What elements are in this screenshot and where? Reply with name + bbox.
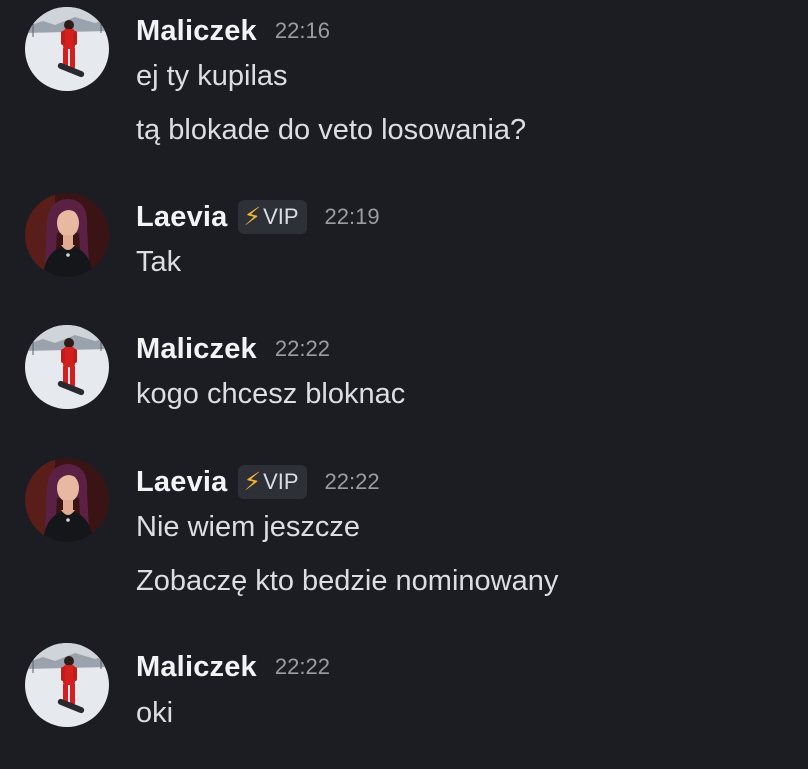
message-header: Maliczek 22:22 [136, 331, 330, 367]
message-text: oki [136, 697, 174, 729]
vip-badge[interactable]: ⚡ VIP [237, 465, 307, 499]
message-header: Maliczek 22:16 [136, 13, 330, 49]
message-header: Laevia ⚡ VIP 22:19 [136, 199, 380, 235]
timestamp: 22:19 [324, 204, 380, 229]
message-header: Maliczek 22:22 [136, 649, 330, 685]
lightning-icon: ⚡ [243, 467, 262, 496]
message-text: ej ty kupilas [136, 60, 288, 92]
avatar[interactable] [25, 193, 109, 277]
vip-badge[interactable]: ⚡ VIP [237, 200, 307, 234]
message-header: Laevia ⚡ VIP 22:22 [136, 464, 380, 500]
message-text: Tak [136, 246, 182, 278]
snowboarder-avatar [25, 325, 109, 409]
woman-portrait-avatar [25, 193, 109, 277]
avatar[interactable] [25, 7, 109, 91]
avatar[interactable] [25, 325, 109, 409]
badge-label: VIP [263, 204, 299, 229]
author-name[interactable]: Laevia [136, 466, 228, 499]
avatar[interactable] [25, 643, 109, 727]
snowboarder-avatar [25, 7, 109, 91]
woman-portrait-avatar [25, 458, 109, 542]
author-name[interactable]: Maliczek [136, 333, 257, 366]
author-name[interactable]: Laevia [136, 201, 228, 234]
timestamp: 22:22 [324, 469, 380, 494]
message-text: Nie wiem jeszcze [136, 511, 360, 543]
lightning-icon: ⚡ [243, 202, 262, 231]
avatar[interactable] [25, 458, 109, 542]
message-text: tą blokade do veto losowania? [136, 114, 527, 146]
author-name[interactable]: Maliczek [136, 15, 257, 48]
timestamp: 22:16 [274, 18, 330, 43]
timestamp: 22:22 [274, 336, 330, 361]
author-name[interactable]: Maliczek [136, 651, 257, 684]
message-text: Zobaczę kto bedzie nominowany [136, 565, 559, 597]
timestamp: 22:22 [274, 654, 330, 679]
badge-label: VIP [263, 469, 299, 494]
chat-message-list: Maliczek 22:16 ej ty kupilas tą blokade … [0, 0, 808, 769]
message-text: kogo chcesz bloknac [136, 378, 406, 410]
snowboarder-avatar [25, 643, 109, 727]
